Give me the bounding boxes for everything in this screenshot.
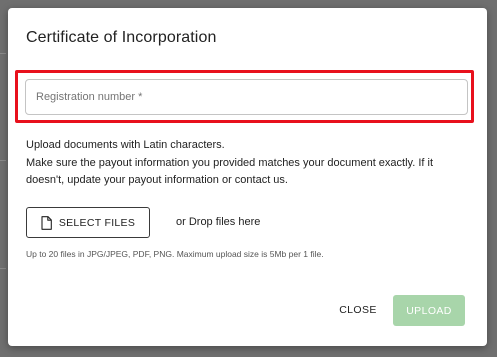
registration-number-field[interactable] — [25, 79, 468, 115]
upload-button[interactable]: UPLOAD — [393, 295, 465, 326]
drop-zone-text[interactable]: or Drop files here — [176, 216, 260, 228]
file-icon — [41, 215, 52, 230]
close-button[interactable]: CLOSE — [330, 295, 386, 325]
background-divider — [0, 268, 6, 269]
upload-hint: Up to 20 files in JPG/JPEG, PDF, PNG. Ma… — [26, 249, 324, 259]
instruction-line: Make sure the payout information you pro… — [26, 156, 433, 187]
select-files-label: SELECT FILES — [58, 216, 136, 229]
instruction-line: Upload documents with Latin characters. — [26, 139, 225, 151]
background-divider — [0, 53, 6, 54]
upload-instructions: Upload documents with Latin characters. … — [26, 137, 466, 190]
registration-number-input[interactable] — [36, 80, 467, 114]
dialog-title: Certificate of Incorporation — [26, 29, 217, 46]
upload-dialog: Certificate of Incorporation Upload docu… — [8, 8, 487, 346]
select-files-button[interactable]: SELECT FILES — [26, 207, 150, 238]
background-divider — [0, 160, 6, 161]
